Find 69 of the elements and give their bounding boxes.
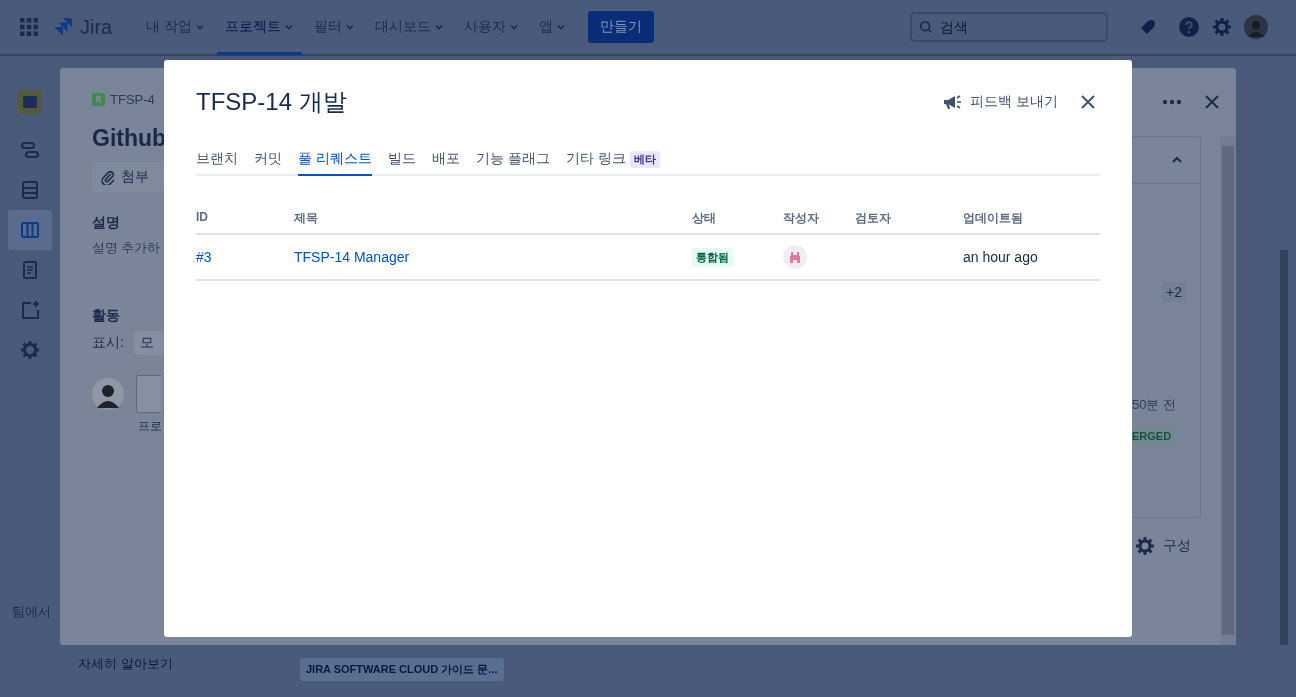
attach-button[interactable]: 첨부 — [92, 162, 164, 192]
column-header: 업데이트됨 — [963, 210, 1100, 235]
configure-button[interactable]: 구성 — [1135, 536, 1220, 556]
user-avatar — [92, 378, 124, 410]
filter-button[interactable]: 모 — [133, 331, 163, 355]
column-header: 제목 — [294, 210, 692, 235]
help-icon[interactable] — [1178, 16, 1200, 38]
tab[interactable]: 기능 플래그 — [475, 146, 550, 176]
comment-field[interactable] — [136, 375, 161, 413]
close-icon — [1080, 94, 1096, 110]
comment-tip: 프로 — [138, 419, 162, 434]
timestamp: 50분 전 — [1132, 396, 1178, 414]
bookmark-icon — [92, 93, 105, 106]
tab[interactable]: 커밋 — [254, 146, 282, 176]
tab[interactable]: 기타 링크 베타 — [565, 146, 660, 176]
backlog-icon — [20, 180, 40, 200]
chevron-down-icon — [345, 22, 356, 32]
paperclip-icon — [100, 169, 116, 185]
issue-key[interactable]: TFSP-4 — [110, 92, 155, 107]
settings-icon — [20, 340, 40, 360]
scrollbar[interactable] — [1280, 250, 1288, 645]
chevron-up-icon[interactable] — [1172, 156, 1182, 164]
settings-icon[interactable] — [1135, 536, 1155, 556]
profile-avatar[interactable] — [1244, 15, 1268, 39]
chevron-down-icon — [195, 22, 206, 32]
chevron-down-icon — [434, 22, 445, 32]
section-heading: 활동 — [92, 307, 120, 325]
tab[interactable]: 브랜치 — [196, 146, 238, 176]
more-count[interactable]: +2 — [1162, 282, 1186, 302]
more-icon[interactable] — [1162, 99, 1182, 105]
add-page-icon — [20, 300, 40, 320]
megaphone-icon — [942, 93, 963, 111]
column-header: 상태 — [692, 210, 783, 235]
pull-request-link[interactable]: TFSP-14 Manager — [294, 249, 410, 265]
settings-icon[interactable] — [1212, 17, 1232, 37]
board-icon — [19, 220, 41, 240]
column-header: 작성자 — [783, 210, 855, 235]
pull-request-link[interactable]: #3 — [196, 249, 212, 265]
scrollbar[interactable] — [1220, 136, 1236, 645]
page-icon — [20, 260, 40, 280]
create-button[interactable]: 만들기 — [588, 11, 655, 43]
project-avatar[interactable] — [18, 90, 42, 114]
feedback-button[interactable]: 피드백 보내기 — [936, 92, 1064, 112]
chevron-down-icon — [509, 22, 520, 32]
table-cell: an hour ago — [963, 235, 1100, 281]
timeline-icon — [20, 140, 40, 160]
author-avatar — [783, 245, 807, 269]
tab[interactable]: 배포 — [431, 146, 460, 176]
search-field[interactable]: 검색 — [910, 12, 1108, 42]
column-header: 검토자 — [855, 210, 963, 235]
section-heading: 설명 — [92, 214, 120, 232]
beta-lozenge: 베타 — [629, 150, 660, 168]
close-icon[interactable] — [1204, 94, 1220, 110]
show-label: 표시: — [92, 334, 124, 352]
guide-tag[interactable]: JIRA SOFTWARE CLOUD 가이드 문... — [300, 658, 504, 681]
jira-logo-icon[interactable] — [52, 16, 74, 38]
status-lozenge: 통합됨 — [692, 247, 733, 267]
column-header: ID — [196, 210, 294, 235]
search-icon — [919, 20, 933, 34]
tab[interactable]: 풀 리퀘스트 — [298, 146, 372, 176]
description-placeholder[interactable]: 설명 추가하 — [92, 240, 161, 257]
sidebar-item[interactable] — [8, 210, 52, 250]
chevron-down-icon — [556, 22, 567, 32]
app-switcher-icon[interactable] — [20, 18, 38, 36]
tab[interactable]: 빌드 — [387, 146, 416, 176]
nav-menu[interactable]: 프로젝트 — [217, 0, 303, 55]
dialog-title: TFSP-14 개발 — [196, 87, 348, 117]
chevron-down-icon — [284, 22, 295, 32]
status-lozenge: ERGED — [1132, 428, 1176, 444]
